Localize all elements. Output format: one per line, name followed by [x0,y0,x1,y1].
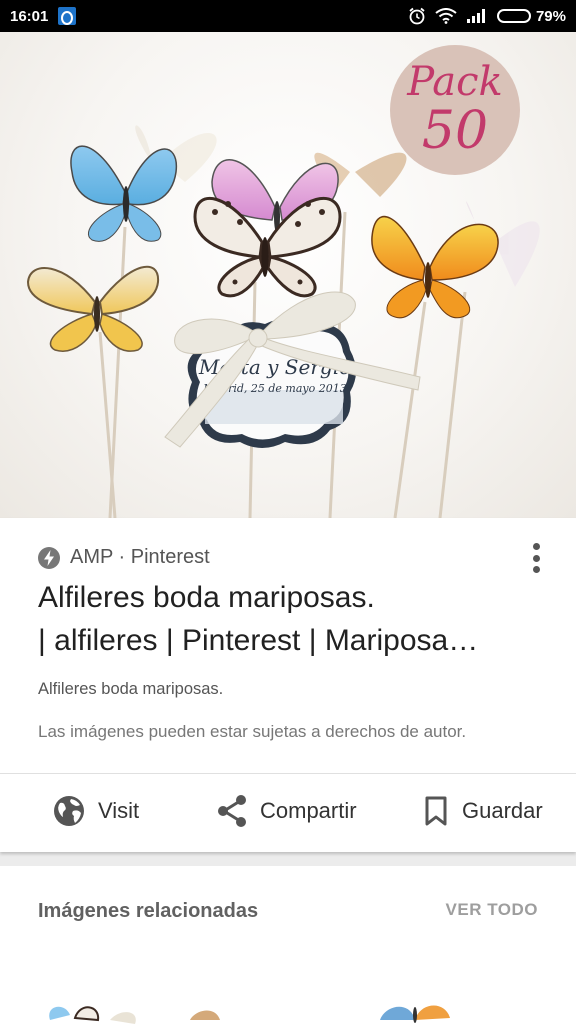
pack-badge-word: Pack [407,59,503,105]
copyright-notice: Las imágenes pueden estar sujetas a dere… [38,722,467,741]
pack-badge: Pack 50 [390,45,520,175]
visit-button[interactable]: Visit [52,794,139,828]
see-all-link[interactable]: VER TODO [446,900,538,920]
battery-percent: 79% [535,7,566,25]
result-title-line-1: Alfileres boda mariposas. [38,581,375,614]
amp-icon [38,546,60,569]
bookmark-icon [425,796,447,826]
result-source-label: AMP · Pinterest [70,546,210,568]
related-images-title: Imágenes relacionadas [38,900,259,922]
signal-icon [466,9,485,23]
related-images-section: Imágenes relacionadas VER TODO [0,866,576,1024]
result-title-line-2: | alfileres | Pinterest | Mariposa… [38,624,479,657]
share-label: Compartir [260,798,357,823]
result-image[interactable]: Marta y Sergio Madrid, 25 de mayo 2013 P… [0,32,576,518]
outlook-notification-icon [58,7,77,25]
visit-label: Visit [98,798,140,823]
result-title[interactable]: Alfileres boda mariposas. | alfileres | … [38,576,538,662]
globe-icon [54,796,84,826]
battery-icon [496,9,531,23]
share-button[interactable]: Compartir [216,794,357,828]
result-description: Alfileres boda mariposas. [38,680,224,698]
more-options-icon[interactable] [526,540,546,576]
share-icon [218,795,246,827]
status-bar: 16:01 79% [0,0,576,32]
related-thumbnail-2[interactable] [370,990,460,1024]
result-source: AMP · Pinterest [38,546,210,569]
wifi-icon [435,8,457,24]
battery-indicator: 79% [496,7,566,25]
save-button[interactable]: Guardar [422,794,543,828]
alarm-icon [409,7,425,25]
related-thumbnail-1[interactable] [30,990,240,1024]
action-bar: Visit Compartir Guardar [0,774,576,852]
status-time: 16:01 [10,7,49,25]
save-label: Guardar [462,798,543,823]
pack-badge-number: 50 [421,101,489,161]
result-card: AMP · Pinterest Alfileres boda mariposas… [0,518,576,852]
